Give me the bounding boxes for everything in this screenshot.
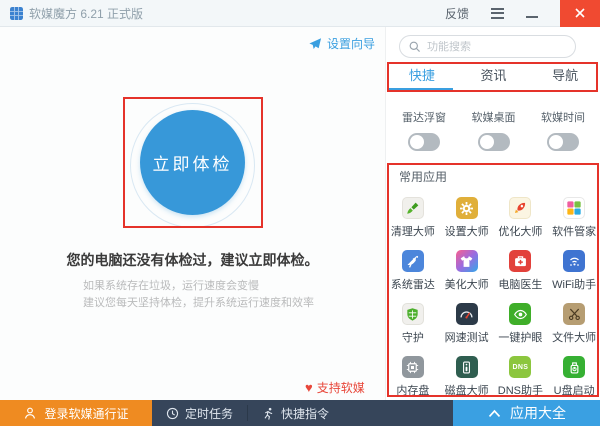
paper-plane-icon	[309, 37, 322, 49]
app-ram-disk[interactable]: 内存盘	[386, 352, 440, 405]
app-disk-master[interactable]: 磁盘大师	[440, 352, 494, 405]
toggle-radar-float-window[interactable]	[408, 133, 440, 151]
close-button[interactable]	[560, 0, 600, 27]
app-optimize-master[interactable]: 优化大师	[494, 193, 548, 246]
toggle-ruanmei-time[interactable]	[547, 133, 579, 151]
toggle-row: 雷达浮窗 软媒桌面 软媒时间	[386, 109, 600, 151]
menu-icon[interactable]	[491, 7, 504, 19]
runner-icon	[264, 407, 273, 420]
app-cleaner-master[interactable]: 清理大师	[386, 193, 440, 246]
app-dns-assistant[interactable]: DNS DNS助手	[494, 352, 548, 405]
speedometer-icon	[455, 303, 478, 325]
status-subline-1: 如果系统存在垃圾，运行速度会变慢	[83, 280, 259, 292]
toggle-label-desktop: 软媒桌面	[471, 112, 516, 124]
setup-wizard-button[interactable]: 设置向导	[308, 35, 375, 52]
scissors-icon	[563, 303, 586, 325]
app-grid: 清理大师 设置大师 优化大师 软件管家 系统雷达 美化大师 电脑医生 WiFi助…	[386, 193, 600, 405]
support-link[interactable]: ♥ 支持软媒	[305, 379, 365, 396]
feedback-button[interactable]: 反馈	[445, 5, 469, 22]
tab-quick[interactable]: 快捷	[386, 64, 458, 90]
app-pc-doctor[interactable]: 电脑医生	[494, 246, 548, 299]
app-logo-icon	[10, 6, 23, 20]
rocket-icon	[509, 197, 532, 219]
toggle-ruanmei-desktop[interactable]	[477, 133, 510, 151]
heart-icon: ♥	[305, 380, 313, 395]
brush-icon	[401, 197, 424, 219]
search-box[interactable]	[399, 35, 576, 58]
bottom-bar: 登录软媒通行证 定时任务 快捷指令 应用大全	[0, 400, 600, 426]
sidebar-panel: 快捷 资讯 导航 雷达浮窗 软媒桌面 软媒时间 常用应用	[385, 27, 600, 400]
gear-icon	[455, 197, 478, 219]
status-subline-2: 建议您每天坚持体检，提升系统运行速度和效率	[83, 297, 314, 309]
bottom-bar-middle: 定时任务 快捷指令	[152, 400, 453, 426]
apps-all-button[interactable]: 应用大全	[453, 400, 600, 426]
eye-icon	[509, 303, 532, 325]
search-input[interactable]	[427, 40, 547, 53]
chip-icon	[401, 356, 424, 378]
app-file-master[interactable]: 文件大师	[547, 299, 600, 352]
app-settings-master[interactable]: 设置大师	[440, 193, 494, 246]
window-title: 软媒魔方 6.21 正式版	[29, 6, 144, 21]
usb-icon	[563, 356, 586, 378]
apps-section-header: 常用应用	[399, 170, 448, 184]
login-pass-button[interactable]: 登录软媒通行证	[0, 400, 152, 426]
dns-icon: DNS	[509, 356, 532, 378]
app-system-radar[interactable]: 系统雷达	[386, 246, 440, 299]
wifi-icon	[563, 250, 586, 272]
user-icon	[25, 407, 36, 419]
status-headline: 您的电脑还没有体检过，建议立即体检。	[66, 252, 319, 268]
app-eye-protection[interactable]: 一键护眼	[494, 299, 548, 352]
first-aid-kit-icon	[509, 250, 532, 272]
check-now-button[interactable]: 立即体检	[140, 110, 245, 215]
clock-icon	[166, 407, 179, 419]
search-icon	[409, 41, 420, 52]
app-speed-test[interactable]: 网速测试	[440, 299, 494, 352]
app-window: 软媒魔方 6.21 正式版 反馈 设置向导 立即体检 您的电脑还没有体检过，建议…	[0, 0, 600, 426]
chevron-up-icon	[488, 409, 501, 417]
toggle-label-time: 软媒时间	[541, 112, 585, 124]
app-software-manager[interactable]: 软件管家	[547, 193, 600, 246]
toggle-label-radar: 雷达浮窗	[402, 112, 446, 124]
app-wifi-assistant[interactable]: WiFi助手	[547, 246, 600, 299]
app-guard[interactable]: 守护	[386, 299, 440, 352]
tab-navigation[interactable]: 导航	[529, 64, 600, 90]
title-bar: 软媒魔方 6.21 正式版 反馈	[0, 0, 600, 27]
scheduled-tasks-button[interactable]: 定时任务	[152, 400, 247, 426]
main-panel: 设置向导 立即体检 您的电脑还没有体检过，建议立即体检。 如果系统存在垃圾，运行…	[0, 27, 385, 400]
tshirt-icon	[455, 250, 478, 272]
quick-commands-button[interactable]: 快捷指令	[248, 400, 343, 426]
minimize-button[interactable]	[526, 16, 538, 18]
satellite-dish-icon	[401, 250, 424, 272]
app-usb-boot[interactable]: U盘启动	[547, 352, 600, 405]
pinwheel-icon	[563, 197, 586, 219]
shield-icon	[401, 303, 424, 325]
tab-news[interactable]: 资讯	[458, 64, 530, 90]
app-beautify-master[interactable]: 美化大师	[440, 246, 494, 299]
close-icon	[575, 8, 585, 18]
tab-bar: 快捷 资讯 导航	[386, 64, 600, 90]
disk-icon	[455, 356, 478, 378]
